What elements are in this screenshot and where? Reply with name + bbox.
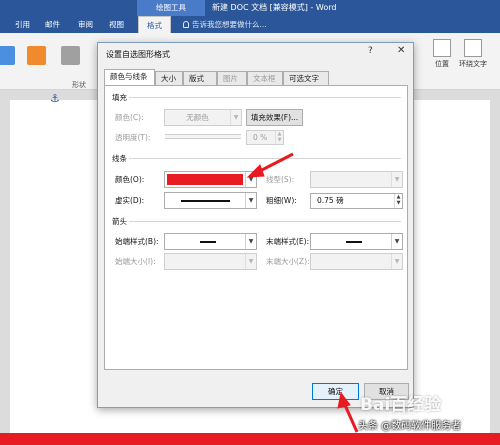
dash-label: 虚实(D): [115, 196, 145, 205]
help-button[interactable]: ? [368, 46, 373, 56]
end-size-select: ▼ [310, 253, 403, 270]
drawing-tools-context-tab[interactable]: 绘图工具 [137, 0, 205, 16]
spin-arrows-icon: ▲ ▼ [394, 194, 402, 208]
wrap-text-label: 环绕文字 [459, 60, 487, 68]
wrap-text-button[interactable]: 环绕文字 [459, 39, 487, 69]
begin-size-label: 始端大小(I): [115, 257, 156, 266]
tab-size[interactable]: 大小 [155, 71, 183, 86]
chevron-down-icon: ▼ [391, 254, 402, 269]
section-divider [129, 221, 401, 222]
line-color-label: 颜色(O): [115, 175, 145, 184]
end-style-preview [346, 241, 362, 243]
fill-section-title: 填充 [112, 93, 127, 102]
lightbulb-icon [183, 21, 189, 28]
line-section-title: 线条 [112, 154, 127, 163]
tab-review[interactable]: 审阅 [78, 16, 93, 33]
tab-references[interactable]: 引用 [15, 16, 30, 33]
weight-spinner[interactable]: 0.75 磅 ▲ ▼ [310, 193, 403, 209]
chevron-down-icon: ▼ [245, 172, 256, 187]
shape-style-swatch[interactable] [27, 46, 46, 65]
tab-format[interactable]: 格式 [138, 16, 171, 33]
arrows-section-title: 箭头 [112, 217, 127, 226]
chevron-down-icon: ▼ [230, 110, 241, 125]
tab-alt-text[interactable]: 可选文字 [283, 71, 329, 86]
end-style-select[interactable]: ▼ [310, 233, 403, 250]
wrap-text-icon [464, 39, 482, 57]
line-color-select[interactable]: ▼ [164, 171, 257, 188]
chevron-down-icon: ▼ [245, 234, 256, 249]
transparency-slider [165, 134, 241, 139]
tab-mailings[interactable]: 邮件 [45, 16, 60, 33]
author-credit: 头条 @数码软件服务者 [358, 421, 462, 432]
fill-color-select: 无颜色 ▼ [164, 109, 242, 126]
tab-view[interactable]: 视图 [109, 16, 124, 33]
line-style-label: 线型(S): [266, 175, 295, 184]
chevron-down-icon: ▼ [245, 193, 256, 208]
ribbon-tabs: 引用 邮件 审阅 视图 格式 告诉我您想要做什么... [0, 16, 500, 33]
begin-style-select[interactable]: ▼ [164, 233, 257, 250]
end-size-label: 末端大小(Z): [266, 257, 310, 266]
position-button[interactable]: 位置 [433, 39, 451, 69]
begin-style-label: 始端样式(B): [115, 237, 159, 246]
tab-colors-and-lines[interactable]: 颜色与线条 [104, 69, 155, 86]
spin-arrows-icon: ▲ ▼ [275, 131, 283, 144]
begin-size-select: ▼ [164, 253, 257, 270]
transparency-label: 透明度(T): [115, 133, 151, 142]
document-title: 新建 DOC 文档 [兼容模式] - Word [212, 3, 337, 12]
line-style-select: ▼ [310, 171, 403, 188]
dash-select[interactable]: ▼ [164, 192, 257, 209]
chevron-down-icon: ▼ [245, 254, 256, 269]
fill-color-label: 颜色(C): [115, 113, 144, 122]
tab-text-box: 文本框 [247, 71, 283, 86]
colors-lines-panel: 填充 颜色(C): 无颜色 ▼ 填充效果(F)... 透明度(T): 0 % ▲… [104, 85, 408, 370]
begin-style-preview [200, 241, 216, 243]
tab-layout[interactable]: 版式 [183, 71, 217, 86]
fill-color-value: 无颜色 [186, 113, 209, 122]
tell-me-box[interactable]: 告诉我您想要做什么... [183, 16, 267, 33]
section-divider [129, 158, 401, 159]
dash-preview [181, 200, 230, 202]
end-style-label: 末端样式(E): [266, 237, 310, 246]
transparency-spinner: 0 % ▲ ▼ [246, 130, 284, 145]
weight-label: 粗细(W): [266, 196, 297, 205]
position-label: 位置 [435, 60, 449, 68]
ribbon-group-label: 形状 [72, 81, 86, 89]
tell-me-text: 告诉我您想要做什么... [192, 20, 267, 29]
close-button[interactable]: ✕ [397, 45, 405, 56]
shape-style-swatch[interactable] [0, 46, 15, 65]
chevron-down-icon: ▼ [391, 172, 402, 187]
transparency-value: 0 % [253, 133, 268, 142]
ok-button[interactable]: 确定 [312, 383, 359, 400]
position-icon [433, 39, 451, 57]
shape-style-swatch[interactable] [61, 46, 80, 65]
fill-effects-button[interactable]: 填充效果(F)... [246, 109, 303, 126]
tab-picture: 图片 [217, 71, 247, 86]
line-color-swatch [167, 174, 243, 185]
dialog-tabs: 颜色与线条 大小 版式 图片 文本框 可选文字 [104, 69, 409, 86]
chevron-down-icon: ▼ [391, 234, 402, 249]
dialog-title: 设置自选图形格式 [106, 50, 170, 59]
anchor-icon: ⚓ [50, 92, 60, 105]
red-highlight-strip [0, 433, 500, 445]
title-bar: 绘图工具 新建 DOC 文档 [兼容模式] - Word [0, 0, 500, 16]
weight-value: 0.75 磅 [317, 196, 344, 205]
format-autoshape-dialog: 设置自选图形格式 ? ✕ 颜色与线条 大小 版式 图片 文本框 可选文字 填充 … [97, 42, 414, 408]
section-divider [129, 97, 401, 98]
